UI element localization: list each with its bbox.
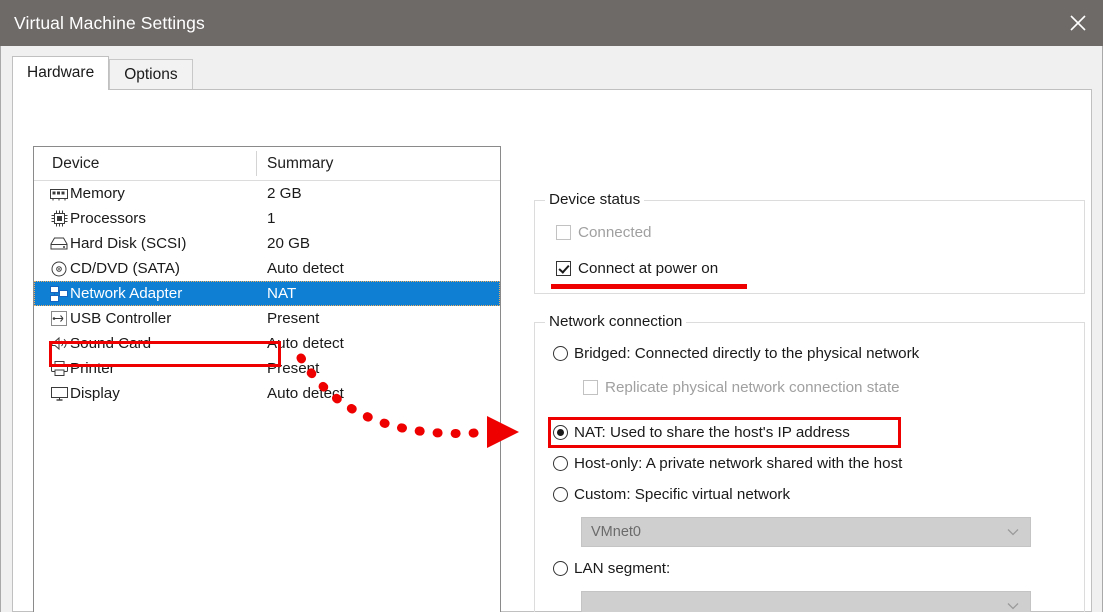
device-name: Hard Disk (SCSI) — [70, 235, 186, 252]
cd-dvd-icon — [50, 260, 68, 277]
device-row-processors[interactable]: Processors 1 — [34, 206, 500, 231]
device-name: CD/DVD (SATA) — [70, 260, 180, 277]
column-divider — [256, 151, 257, 176]
processor-icon — [50, 210, 68, 227]
chevron-down-icon — [1007, 598, 1019, 612]
device-row-display[interactable]: Display Auto detect — [34, 381, 500, 406]
device-row-usb-controller[interactable]: USB Controller Present — [34, 306, 500, 331]
connected-checkbox[interactable]: Connected — [556, 224, 651, 241]
radio-host-only-label: Host-only: A private network shared with… — [574, 455, 902, 472]
dialog-body: Hardware Options Device Summary — [0, 46, 1103, 612]
virtual-machine-settings-dialog: Virtual Machine Settings Hardware Option… — [0, 0, 1103, 612]
radio-circle — [553, 456, 568, 471]
device-name: USB Controller — [70, 310, 171, 327]
hard-disk-icon — [50, 235, 68, 252]
radio-host-only[interactable]: Host-only: A private network shared with… — [553, 455, 902, 472]
radio-bridged[interactable]: Bridged: Connected directly to the physi… — [553, 345, 919, 362]
radio-bridged-label: Bridged: Connected directly to the physi… — [574, 345, 919, 362]
radio-lan-segment-label: LAN segment: — [574, 560, 670, 577]
tab-options[interactable]: Options — [109, 59, 192, 90]
title-bar: Virtual Machine Settings — [0, 0, 1103, 46]
tab-strip: Hardware Options — [12, 58, 193, 90]
device-name: Network Adapter — [70, 285, 182, 302]
device-row-memory[interactable]: Memory 2 GB — [34, 181, 500, 206]
device-name: Display — [70, 385, 120, 402]
custom-network-value: VMnet0 — [591, 524, 641, 540]
radio-circle — [553, 425, 568, 440]
usb-controller-icon — [50, 310, 68, 327]
radio-circle — [553, 561, 568, 576]
device-row-sound-card[interactable]: Sound Card Auto detect — [34, 331, 500, 356]
device-name: Memory — [70, 185, 125, 202]
display-icon — [50, 385, 68, 402]
device-status-legend: Device status — [545, 191, 644, 208]
radio-lan-segment[interactable]: LAN segment: — [553, 560, 670, 577]
device-row-network-adapter[interactable]: Network Adapter NAT — [34, 281, 500, 306]
device-summary: Auto detect — [267, 260, 344, 277]
device-row-printer[interactable]: Printer Present — [34, 356, 500, 381]
device-name: Processors — [70, 210, 146, 227]
device-name: Sound Card — [70, 335, 151, 352]
radio-circle — [553, 487, 568, 502]
radio-circle — [553, 346, 568, 361]
device-summary: 1 — [267, 210, 275, 227]
device-summary: Present — [267, 360, 319, 377]
column-header-summary: Summary — [267, 155, 333, 173]
lan-segment-select[interactable] — [581, 591, 1031, 612]
close-button[interactable] — [1053, 0, 1103, 46]
window-title: Virtual Machine Settings — [14, 13, 205, 34]
sound-card-icon — [50, 335, 68, 352]
close-icon — [1067, 12, 1089, 34]
radio-custom[interactable]: Custom: Specific virtual network — [553, 486, 790, 503]
radio-nat[interactable]: NAT: Used to share the host's IP address — [553, 424, 850, 441]
device-list-header: Device Summary — [34, 147, 500, 181]
chevron-down-icon — [1007, 524, 1019, 540]
device-row-hard-disk[interactable]: Hard Disk (SCSI) 20 GB — [34, 231, 500, 256]
device-list[interactable]: Device Summary — [33, 146, 501, 612]
replicate-physical-state-checkbox[interactable]: Replicate physical network connection st… — [583, 379, 900, 396]
device-summary: Auto detect — [267, 335, 344, 352]
device-summary: Present — [267, 310, 319, 327]
device-status-group: Device status — [534, 200, 1085, 294]
column-header-device: Device — [52, 155, 99, 173]
connect-at-power-on-label: Connect at power on — [578, 260, 718, 277]
checkbox-box — [583, 380, 598, 395]
device-summary: NAT — [267, 285, 296, 302]
replicate-physical-state-label: Replicate physical network connection st… — [605, 379, 900, 396]
device-summary: 2 GB — [267, 185, 302, 202]
printer-icon — [50, 360, 68, 377]
radio-custom-label: Custom: Specific virtual network — [574, 486, 790, 503]
checkbox-box — [556, 261, 571, 276]
hardware-tab-panel: Device Summary — [12, 89, 1092, 612]
checkbox-box — [556, 225, 571, 240]
connect-at-power-on-checkbox[interactable]: Connect at power on — [556, 260, 718, 277]
device-summary: Auto detect — [267, 385, 344, 402]
network-connection-legend: Network connection — [545, 313, 686, 330]
device-summary: 20 GB — [267, 235, 310, 252]
device-row-cd-dvd[interactable]: CD/DVD (SATA) Auto detect — [34, 256, 500, 281]
tab-hardware[interactable]: Hardware — [12, 56, 109, 90]
connected-label: Connected — [578, 224, 651, 241]
custom-network-select[interactable]: VMnet0 — [581, 517, 1031, 547]
memory-icon — [50, 185, 68, 202]
device-name: Printer — [70, 360, 115, 377]
radio-nat-label: NAT: Used to share the host's IP address — [574, 424, 850, 441]
network-adapter-icon — [50, 285, 68, 302]
